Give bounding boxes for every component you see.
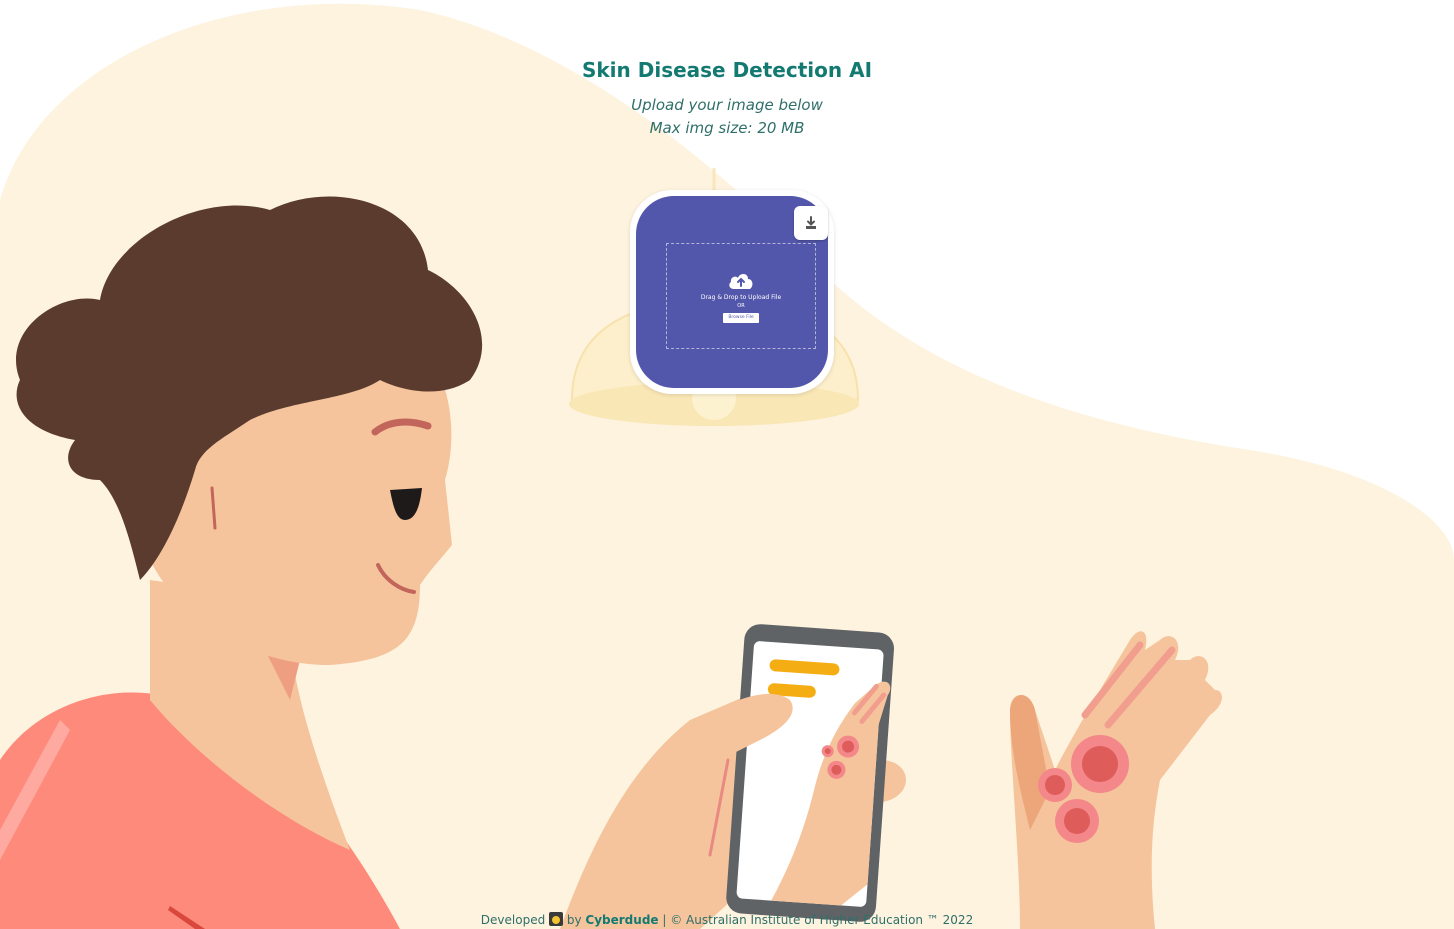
drop-instruction: Drag & Drop to Upload File — [700, 293, 782, 301]
footer-by: by — [566, 913, 582, 927]
footer: Developed by Cyberdude | © Australian In… — [0, 912, 1454, 927]
max-size-note: Max img size: 20 MB — [649, 119, 805, 137]
header: Skin Disease Detection AI Upload your im… — [0, 58, 1454, 140]
or-separator: OR — [737, 302, 745, 309]
cloud-upload-icon — [729, 273, 753, 289]
uploader-card[interactable]: Drag & Drop to Upload File OR Browse Fil… — [636, 196, 828, 388]
footer-copyright: | © Australian Institute of Higher Educa… — [662, 913, 974, 927]
author-link[interactable]: Cyberdude — [585, 913, 658, 927]
upload-instructions: Upload your image below Max img size: 20… — [0, 94, 1454, 140]
drop-zone[interactable]: Drag & Drop to Upload File OR Browse Fil… — [666, 243, 816, 349]
download-button[interactable] — [794, 206, 828, 240]
browse-file-button[interactable]: Browse File — [723, 312, 759, 323]
page-title: Skin Disease Detection AI — [581, 58, 873, 82]
uploader-frame: Drag & Drop to Upload File OR Browse Fil… — [630, 190, 834, 394]
emoji-icon — [549, 912, 564, 926]
subtitle-line: Upload your image below — [631, 96, 823, 114]
footer-developed: Developed — [480, 913, 546, 927]
download-icon — [806, 216, 816, 229]
